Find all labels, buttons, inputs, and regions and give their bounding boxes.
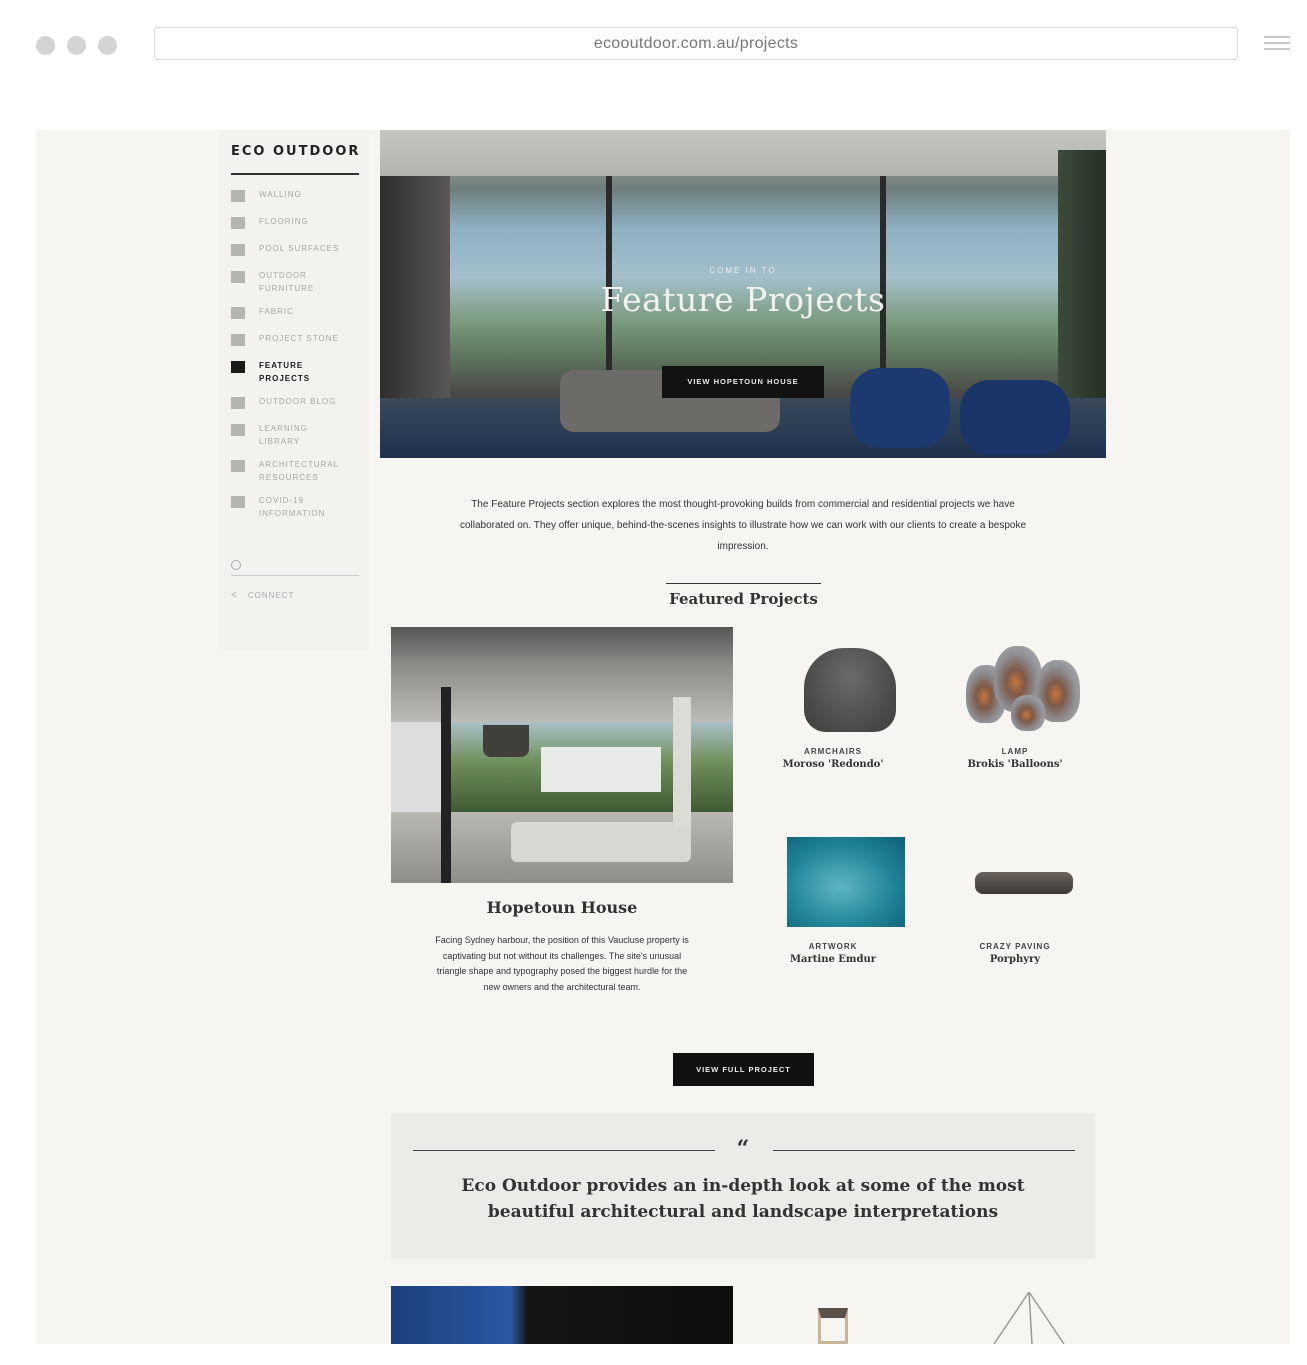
- intro-text: The Feature Projects section explores th…: [459, 499, 1027, 552]
- quote-divider: [413, 1150, 715, 1151]
- sidebar-item-pool-surfaces[interactable]: POOL SURFACES: [231, 242, 361, 259]
- sidebar-item-project-stone[interactable]: PROJECT STONE: [231, 332, 361, 349]
- product-artwork[interactable]: ARTWORK Martine Emdur: [753, 942, 913, 965]
- project-description: Facing Sydney harbour, the position of t…: [435, 935, 689, 992]
- address-bar[interactable]: ecooutdoor.com.au/projects: [154, 27, 1238, 60]
- site-logo[interactable]: ECO OUTDOOR: [231, 144, 360, 159]
- product-crazy-paving[interactable]: CRAZY PAVING Porphyry: [935, 942, 1095, 965]
- stone-icon: [231, 334, 245, 346]
- sidebar-item-label: FEATURE PROJECTS: [259, 361, 311, 383]
- product-category: ARTWORK: [808, 942, 858, 951]
- share-icon: <: [231, 590, 238, 601]
- fabric-icon: [231, 307, 245, 319]
- section-divider: [666, 583, 821, 584]
- sidebar-item-label: WALLING: [259, 190, 302, 199]
- sidebar-item-architectural-resources[interactable]: ARCHITECTURAL RESOURCES: [231, 458, 361, 484]
- sidebar-item-label: ARCHITECTURAL RESOURCES: [259, 460, 339, 482]
- hopetoun-house-image[interactable]: [391, 627, 733, 883]
- hamburger-menu-icon[interactable]: [1264, 36, 1290, 51]
- hero-title: Feature Projects: [600, 280, 886, 319]
- product-lamp[interactable]: LAMP Brokis 'Balloons': [935, 747, 1095, 770]
- sidebar-item-label: OUTDOOR FURNITURE: [259, 271, 315, 293]
- view-hopetoun-house-button[interactable]: VIEW HOPETOUN HOUSE: [662, 366, 824, 398]
- window-close-dot[interactable]: [36, 36, 55, 55]
- sidebar-item-learning-library[interactable]: LEARNING LIBRARY: [231, 422, 361, 448]
- hero-banner: COME IN TO Feature Projects VIEW HOPETOU…: [380, 130, 1106, 458]
- product-category: CRAZY PAVING: [979, 942, 1051, 951]
- window-minimize-dot[interactable]: [67, 36, 86, 55]
- walling-icon: [231, 190, 245, 202]
- blog-icon: [231, 397, 245, 409]
- book-icon: [231, 424, 245, 436]
- sidebar-item-label: FLOORING: [259, 217, 309, 226]
- pool-icon: [231, 244, 245, 256]
- sidebar-search[interactable]: [231, 558, 359, 576]
- next-project-image[interactable]: [391, 1286, 733, 1344]
- sidebar-item-label: PROJECT STONE: [259, 334, 339, 343]
- connect-link[interactable]: < CONNECT: [231, 590, 294, 601]
- browser-chrome: ecooutdoor.com.au/projects: [0, 0, 1307, 90]
- sidebar-item-flooring[interactable]: FLOORING: [231, 215, 361, 232]
- artwork-image[interactable]: [787, 837, 905, 927]
- product-name: Moroso 'Redondo': [782, 759, 884, 770]
- sidebar-item-label: POOL SURFACES: [259, 244, 340, 253]
- product-name: Porphyry: [989, 954, 1041, 965]
- sidebar: ECO OUTDOOR WALLING FLOORING POOL SURFAC…: [219, 130, 369, 650]
- folder-icon: [231, 361, 245, 373]
- product-category: LAMP: [1001, 747, 1029, 756]
- sidebar-nav: WALLING FLOORING POOL SURFACES OUTDOOR F…: [231, 188, 361, 530]
- quote-mark-icon: “: [736, 1136, 750, 1162]
- featured-projects-heading: Featured Projects: [669, 590, 818, 608]
- product-name: Martine Emdur: [789, 954, 877, 965]
- logo-divider: [231, 173, 359, 175]
- window-maximize-dot[interactable]: [98, 36, 117, 55]
- sidebar-item-label: LEARNING LIBRARY: [259, 424, 308, 446]
- sidebar-item-covid-information[interactable]: COVID-19 INFORMATION: [231, 494, 361, 520]
- quote-text: Eco Outdoor provides an in-depth look at…: [461, 1176, 1025, 1222]
- stool-image[interactable]: [818, 1308, 848, 1344]
- hero-subtitle: COME IN TO: [709, 266, 777, 275]
- sidebar-item-walling[interactable]: WALLING: [231, 188, 361, 205]
- page-viewport: ECO OUTDOOR WALLING FLOORING POOL SURFAC…: [36, 130, 1290, 1344]
- sidebar-item-label: FABRIC: [259, 307, 294, 316]
- quote-divider: [773, 1150, 1075, 1151]
- view-full-project-button[interactable]: VIEW FULL PROJECT: [673, 1053, 814, 1086]
- sidebar-item-label: OUTDOOR BLOG: [259, 397, 337, 406]
- crazy-paving-image[interactable]: [975, 872, 1073, 894]
- product-name: Brokis 'Balloons': [967, 759, 1063, 770]
- search-icon[interactable]: [231, 560, 241, 570]
- hero-image-chair: [960, 380, 1070, 455]
- hero-image-chair: [850, 368, 950, 448]
- sidebar-item-outdoor-furniture[interactable]: OUTDOOR FURNITURE: [231, 269, 361, 295]
- document-icon: [231, 496, 245, 508]
- flooring-icon: [231, 217, 245, 229]
- quote-block: “ Eco Outdoor provides an in-depth look …: [391, 1113, 1095, 1259]
- sidebar-item-fabric[interactable]: FABRIC: [231, 305, 361, 322]
- armchair-image[interactable]: [804, 648, 896, 732]
- product-category: ARMCHAIRS: [804, 747, 862, 756]
- furniture-icon: [231, 271, 245, 283]
- floor-lamp-image[interactable]: [984, 1292, 1074, 1344]
- sidebar-item-outdoor-blog[interactable]: OUTDOOR BLOG: [231, 395, 361, 412]
- sidebar-item-feature-projects[interactable]: FEATURE PROJECTS: [231, 359, 361, 385]
- folder-icon: [231, 460, 245, 472]
- hero-image-ceiling: [380, 130, 1106, 176]
- product-armchairs[interactable]: ARMCHAIRS Moroso 'Redondo': [753, 747, 913, 770]
- connect-label: CONNECT: [247, 591, 295, 600]
- project-title[interactable]: Hopetoun House: [391, 898, 733, 917]
- sidebar-item-label: COVID-19 INFORMATION: [259, 496, 326, 518]
